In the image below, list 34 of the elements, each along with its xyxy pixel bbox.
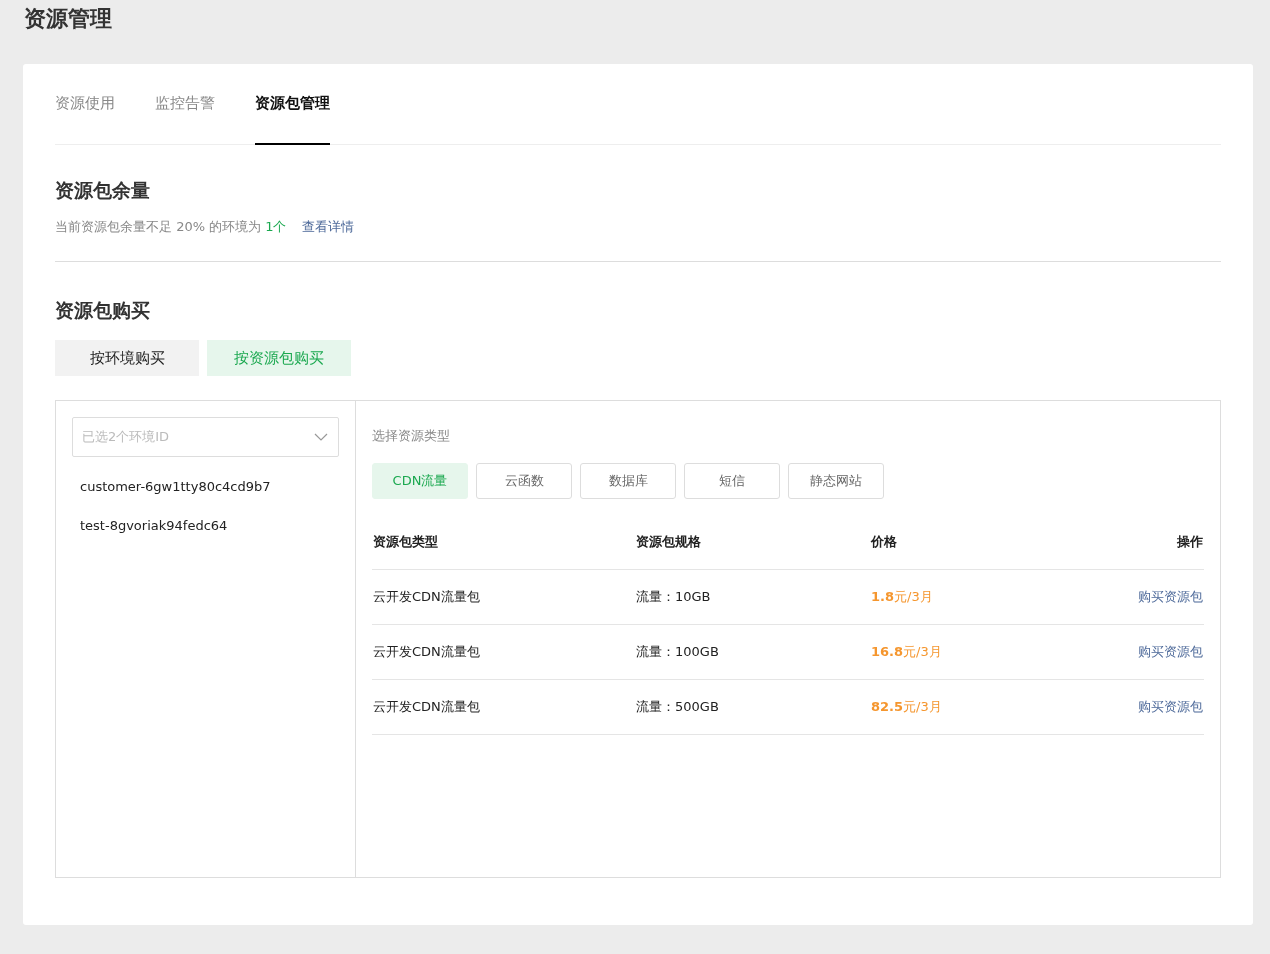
column-header: 操作 <box>1177 534 1203 549</box>
details-link[interactable]: 查看详情 <box>302 218 355 236</box>
table-cell: 流量：100GB <box>636 644 719 659</box>
type-button[interactable]: 数据库 <box>580 463 676 499</box>
env-id[interactable]: customer-6gw1tty80c4cd9b7 <box>72 479 339 494</box>
table-cell: 云开发CDN流量包 <box>373 699 480 714</box>
table-cell: 流量：500GB <box>636 699 719 714</box>
buy-link[interactable]: 购买资源包 <box>1138 644 1203 659</box>
page-title: 资源管理 <box>24 6 112 31</box>
price: 82.5元/3月 <box>871 699 942 714</box>
buy-link[interactable]: 购买资源包 <box>1138 589 1203 604</box>
type-button[interactable]: 静态网站 <box>788 463 884 499</box>
type-button[interactable]: 云函数 <box>476 463 572 499</box>
section-title: 资源包余量 <box>55 178 151 203</box>
price: 16.8元/3月 <box>871 644 942 659</box>
section-title: 资源包购买 <box>55 298 151 323</box>
env-count: 1个 <box>265 218 287 236</box>
column-header: 价格 <box>871 534 897 549</box>
mode-button[interactable]: 按环境购买 <box>55 340 199 376</box>
table-cell: 云开发CDN流量包 <box>373 644 480 659</box>
type-button[interactable]: 短信 <box>684 463 780 499</box>
env-id[interactable]: test-8gvoriak94fedc64 <box>72 518 339 533</box>
type-label: 选择资源类型 <box>372 427 451 445</box>
tab[interactable]: 资源包管理 <box>255 64 330 145</box>
column-header: 资源包类型 <box>373 534 438 549</box>
table-cell: 流量：10GB <box>636 589 711 604</box>
balance-note: 当前资源包余量不足 20% 的环境为 <box>55 218 262 236</box>
chevron-down-icon <box>314 433 328 441</box>
price: 1.8元/3月 <box>871 589 933 604</box>
column-header: 资源包规格 <box>636 534 701 549</box>
tab[interactable]: 监控告警 <box>155 64 215 145</box>
table-cell: 云开发CDN流量包 <box>373 589 480 604</box>
buy-link[interactable]: 购买资源包 <box>1138 699 1203 714</box>
tab[interactable]: 资源使用 <box>55 64 115 145</box>
